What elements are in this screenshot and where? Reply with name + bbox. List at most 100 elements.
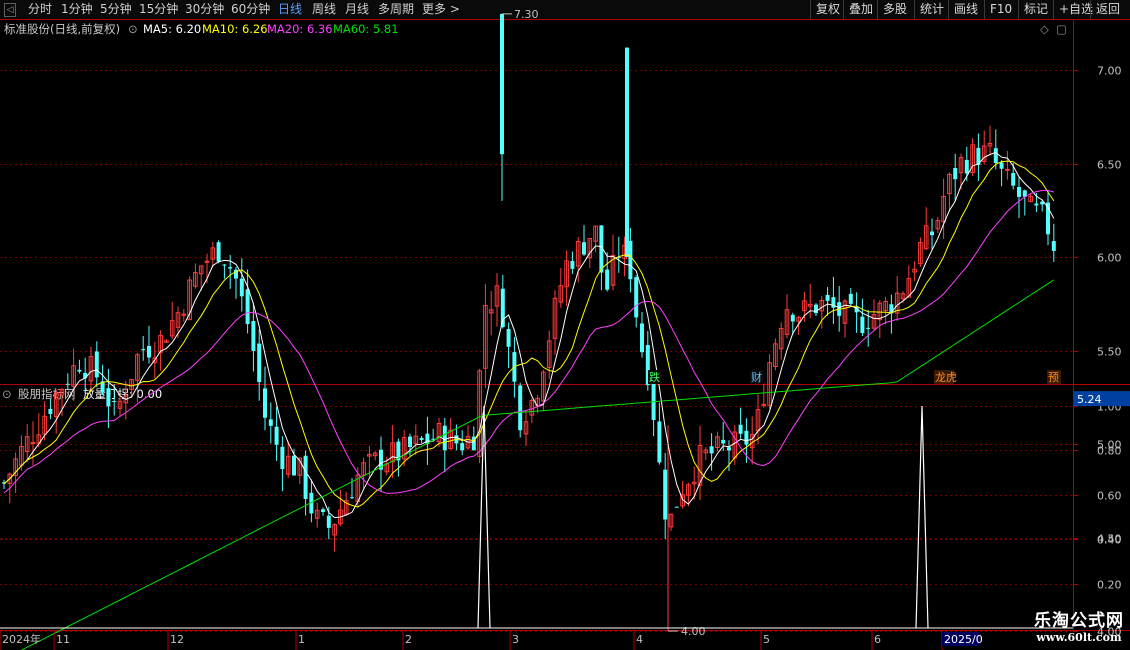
candle-body-down [268,419,273,426]
stats-button[interactable]: 统计 [914,0,949,19]
candle-body-up [448,429,453,450]
candle-body-up [117,400,123,409]
candle-body-up [187,279,192,321]
draw-line-button[interactable]: 画线 [948,0,983,19]
date-tick-label: 6 [874,633,881,646]
ma60-label: MA60: 5.81 [333,22,399,36]
candle-body-up [477,370,482,457]
candle-body-up [13,458,18,476]
candle-body-up [71,365,76,387]
candle-body-down [460,443,465,451]
candle-body-up [715,436,720,448]
candle-body-up [7,473,13,484]
candle-body-down [848,293,853,304]
candle-body-up [361,462,366,476]
candle-body-up [981,145,987,162]
settings-circle-icon[interactable]: ⊙ [128,21,138,37]
date-current-box [942,632,980,646]
candle-body-down [582,242,586,255]
indicator-settings-icon[interactable]: ⊙ [2,386,12,402]
tab-more[interactable]: 更多 > [422,1,460,18]
fuquan-button[interactable]: 复权 [810,0,845,19]
candle-body-up [802,300,807,312]
candle-body-up [593,225,598,242]
indicator-spike [915,405,929,629]
price-tick-label: 5.00 [1097,439,1122,452]
candle-body-down [727,447,731,451]
spike-body [625,47,629,258]
current-price-box [1074,391,1130,407]
candle-body-up [686,484,691,496]
diamond-icon[interactable]: ◇ [1040,21,1049,37]
price-tick-label: 6.50 [1097,159,1122,172]
indicator-value: 放量打拐: 0.00 [83,387,163,401]
candle-body-down [570,260,575,269]
spike-body [500,13,504,155]
tab-monthly[interactable]: 月线 [345,1,369,18]
candle-body-up [413,435,419,444]
candle-body-up [198,265,204,275]
tab-15min[interactable]: 15分钟 [139,1,178,18]
multi-stock-button[interactable]: 多股 [877,0,912,19]
tab-5min[interactable]: 5分钟 [100,1,132,18]
ma20-label: MA20: 6.36 [267,22,333,36]
candle-body-up [987,142,993,147]
candle-body-up [819,299,825,312]
mark-button[interactable]: 标记 [1018,0,1053,19]
tab-weekly[interactable]: 周线 [312,1,336,18]
candle-body-down [350,497,354,499]
candle-body-up [900,293,906,300]
candle-body-down [744,430,749,445]
price-tick-label: 6.00 [1097,252,1122,265]
current-price-label: 5.24 [1077,393,1102,406]
window-icon[interactable]: ▢ [1056,21,1067,37]
overlay-button[interactable]: 叠加 [843,0,878,19]
f10-button[interactable]: F10 [984,0,1017,19]
indicator-source: 股朋指标网 [18,387,76,401]
candle-body-down [396,441,401,461]
candle-body-down [263,388,267,418]
candle-body-up [912,268,917,273]
candle-body-up [152,357,158,364]
candle-body-up [535,397,540,407]
candle-body-down [442,425,447,451]
candle-body-up [842,300,848,324]
candle-body-up [923,225,929,250]
candle-body-down [228,267,233,269]
tab-60min[interactable]: 60分钟 [231,1,270,18]
ma5-label: MA5: 6.20 [143,22,202,36]
tab-multi-period[interactable]: 多周期 [378,1,414,18]
candle-body-down [518,385,523,431]
candle-body-down [309,492,314,514]
candle-body-up [384,463,390,473]
candle-body-up [390,442,395,463]
candle-body-down [431,438,436,440]
candle-body-up [30,441,36,444]
candle-body-down [999,162,1004,169]
candle-body-down [1034,203,1039,206]
candle-body-up [883,300,888,312]
tab-30min[interactable]: 30分钟 [185,1,224,18]
candle-body-down [274,426,279,445]
candle-body-up [871,314,877,329]
tab-1min[interactable]: 1分钟 [61,1,93,18]
candle-body-up [697,445,703,486]
candle-body-up [494,285,500,307]
back-button[interactable]: 返回 [1090,0,1125,19]
kline-chart[interactable]: 7.00 6.50 6.00 5.50 5.00 4.50 4.00 1.00 0.80 0.60… [0,0,1130,650]
event-tag-label: 龙虎 [935,371,957,384]
candle-body-up [135,354,140,381]
candle-body-up [575,241,581,267]
candle-body-up [401,437,407,460]
ma10-label: MA10: 6.26 [202,22,268,36]
candle-body-down [216,242,221,262]
price-tick-label: 4.50 [1097,533,1122,546]
tab-daily[interactable]: 日线 [278,1,302,18]
candle-body-up [552,297,558,339]
date-tick-label: 11 [56,633,70,646]
candle-body-down [1022,190,1027,197]
candle-body-down [147,345,151,358]
tab-fenshi[interactable]: 分时 [28,1,52,18]
collapse-arrow-icon[interactable]: ◁ [4,3,16,17]
candle-body-down [425,433,430,445]
